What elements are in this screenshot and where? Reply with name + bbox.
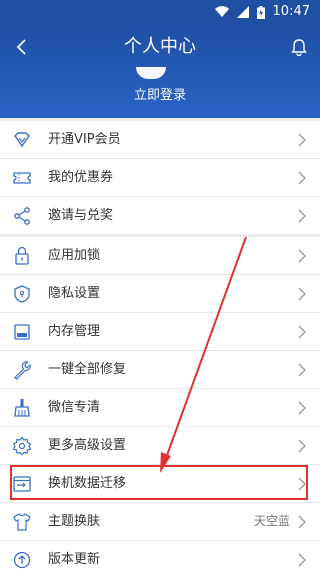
signal-icon [236, 6, 249, 18]
menu-group-account: 开通VIP会员 我的优惠券 邀请与兑奖 [0, 121, 320, 234]
memory-icon [14, 324, 30, 340]
diamond-icon [14, 132, 30, 148]
status-bar: 10:47 [0, 0, 320, 24]
menu-item-repair-all[interactable]: 一键全部修复 [0, 351, 320, 389]
menu-item-advanced-settings[interactable]: 更多高级设置 [0, 427, 320, 465]
chevron-right-icon [298, 249, 306, 263]
chevron-right-icon [298, 325, 306, 339]
header: 个人中心 立即登录 [0, 24, 320, 118]
menu-item-label: 邀请与兑奖 [48, 208, 114, 223]
menu-item-privacy[interactable]: 隐私设置 [0, 275, 320, 313]
menu-item-app-lock[interactable]: 应用加锁 [0, 237, 320, 275]
menu-item-label: 更多高级设置 [48, 438, 127, 453]
menu-item-label: 开通VIP会员 [48, 132, 121, 147]
avatar[interactable] [136, 67, 166, 79]
page-title: 个人中心 [124, 36, 196, 57]
menu-item-label: 应用加锁 [48, 248, 101, 263]
broom-icon [14, 399, 30, 417]
menu-group-settings: 更多高级设置 换机数据迁移 主题换肤 天空蓝 版本更新 [0, 427, 320, 569]
tshirt-icon [13, 513, 31, 531]
menu-item-label: 内存管理 [48, 324, 101, 339]
shield-icon [14, 285, 30, 303]
login-link[interactable]: 立即登录 [0, 87, 320, 105]
chevron-right-icon [298, 363, 306, 377]
chevron-right-icon [298, 287, 306, 301]
chevron-right-icon [298, 401, 306, 415]
chevron-right-icon [298, 477, 306, 491]
chevron-right-icon [298, 171, 306, 185]
chevron-right-icon [298, 439, 306, 453]
menu-item-memory[interactable]: 内存管理 [0, 313, 320, 351]
menu-group-tools: 应用加锁 隐私设置 内存管理 一键全部修复 微信专清 [0, 237, 320, 426]
menu-item-vip[interactable]: 开通VIP会员 [0, 121, 320, 159]
chevron-right-icon [298, 133, 306, 147]
menu-item-label: 一键全部修复 [48, 362, 127, 377]
theme-value: 天空蓝 [253, 514, 290, 528]
menu-item-label: 微信专清 [48, 400, 101, 415]
gear-icon [12, 436, 32, 456]
menu-item-theme[interactable]: 主题换肤 天空蓝 [0, 503, 320, 541]
bell-icon[interactable] [290, 38, 308, 56]
menu-item-coupons[interactable]: 我的优惠券 [0, 159, 320, 197]
menu-item-version-update[interactable]: 版本更新 [0, 541, 320, 569]
menu-item-wechat-clean[interactable]: 微信专清 [0, 389, 320, 426]
update-icon [13, 551, 31, 569]
battery-icon [256, 5, 265, 19]
menu-item-label: 隐私设置 [48, 286, 101, 301]
lock-icon [15, 246, 29, 265]
chevron-right-icon [298, 209, 306, 223]
wrench-icon [14, 361, 31, 380]
menu-item-invite[interactable]: 邀请与兑奖 [0, 197, 320, 234]
chevron-right-icon [298, 553, 306, 567]
wifi-icon [214, 6, 229, 18]
chevron-right-icon [298, 515, 306, 529]
share-icon [14, 207, 30, 225]
menu-item-label: 换机数据迁移 [48, 476, 127, 491]
menu-item-label: 我的优惠券 [48, 170, 114, 185]
menu-item-label: 版本更新 [48, 552, 101, 567]
coupon-icon [13, 172, 31, 184]
status-time: 10:47 [272, 4, 310, 19]
menu-item-data-migration[interactable]: 换机数据迁移 [0, 465, 320, 503]
migrate-icon [13, 476, 31, 492]
menu-item-label: 主题换肤 [48, 514, 101, 529]
